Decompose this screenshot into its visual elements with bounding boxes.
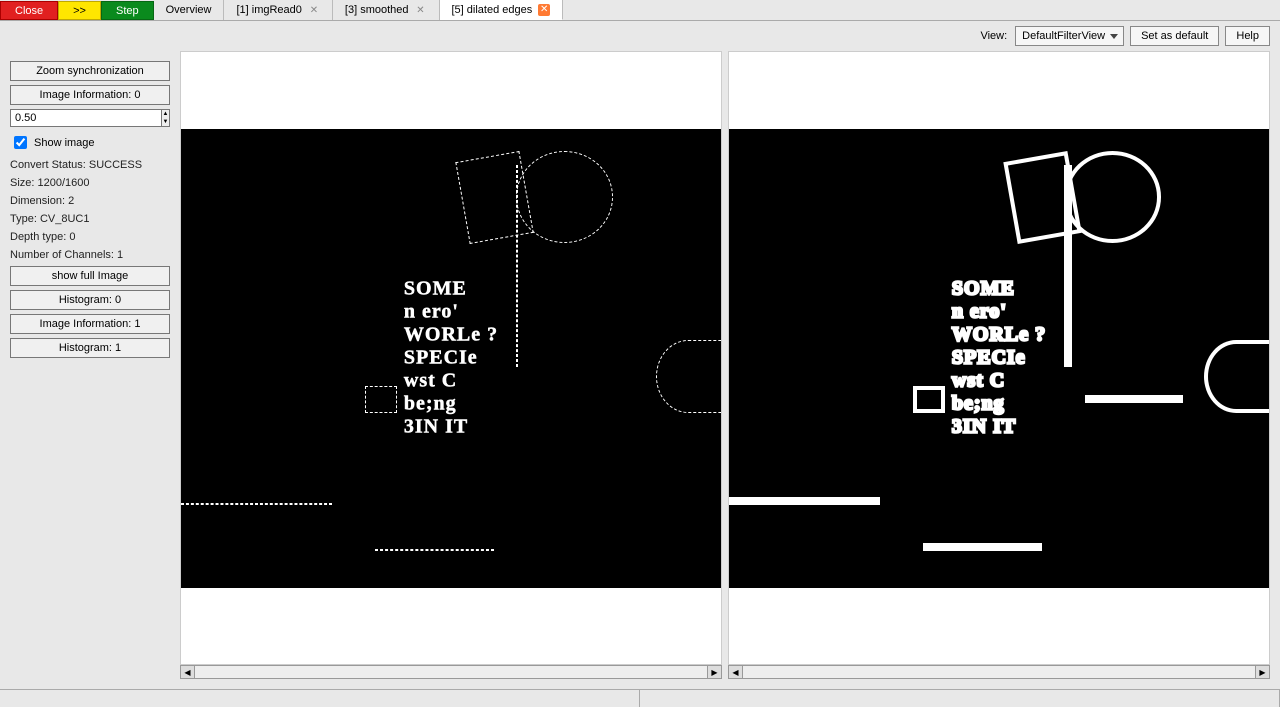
image-canvas-left: SOME n ero' WORLe ? SPECIe wst C be;ng 3… bbox=[181, 129, 721, 588]
tab-dilated-edges[interactable]: [5] dilated edges ✕ bbox=[440, 0, 564, 20]
image-info-1-button[interactable]: Image Information: 1 bbox=[10, 314, 170, 334]
show-image-checkbox[interactable] bbox=[14, 136, 27, 149]
tab-label: [5] dilated edges bbox=[452, 4, 533, 16]
close-icon[interactable]: ✕ bbox=[415, 4, 427, 16]
tab-imgread0[interactable]: [1] imgRead0 ✕ bbox=[224, 0, 332, 20]
image-channels: Number of Channels: 1 bbox=[10, 248, 170, 262]
spin-up-icon[interactable]: ▲ bbox=[162, 110, 169, 118]
edge-line bbox=[1085, 395, 1182, 403]
close-icon[interactable]: ✕ bbox=[308, 4, 320, 16]
show-image-label: Show image bbox=[34, 137, 95, 149]
image-pane-right[interactable]: SOME n ero' WORLe ? SPECIe wst C be;ng 3… bbox=[728, 51, 1270, 665]
close-button[interactable]: Close bbox=[0, 1, 58, 20]
scroll-right-icon[interactable]: ▶ bbox=[1255, 666, 1269, 678]
scroll-left-icon[interactable]: ◀ bbox=[181, 666, 195, 678]
edge-line bbox=[729, 497, 880, 505]
image-info-0-button[interactable]: Image Information: 0 bbox=[10, 85, 170, 105]
scroll-right-icon[interactable]: ▶ bbox=[707, 666, 721, 678]
convert-status: Convert Status: SUCCESS bbox=[10, 158, 170, 172]
histogram-1-button[interactable]: Histogram: 1 bbox=[10, 338, 170, 358]
help-button[interactable]: Help bbox=[1225, 26, 1270, 46]
image-pane-left[interactable]: SOME n ero' WORLe ? SPECIe wst C be;ng 3… bbox=[180, 51, 722, 665]
show-full-image-button[interactable]: show full Image bbox=[10, 266, 170, 286]
h-scrollbar-left[interactable]: ◀ ▶ bbox=[180, 665, 722, 679]
zoom-value-input[interactable] bbox=[10, 109, 162, 127]
status-bar bbox=[0, 689, 1280, 707]
tab-label: Overview bbox=[166, 4, 212, 16]
image-type: Type: CV_8UC1 bbox=[10, 212, 170, 226]
image-size: Size: 1200/1600 bbox=[10, 176, 170, 190]
zoom-sync-button[interactable]: Zoom synchronization bbox=[10, 61, 170, 81]
edge-rect bbox=[365, 386, 397, 414]
tab-label: [3] smoothed bbox=[345, 4, 409, 16]
view-select-value: DefaultFilterView bbox=[1022, 30, 1105, 42]
tab-smoothed[interactable]: [3] smoothed ✕ bbox=[333, 0, 440, 20]
image-text-left: SOME n ero' WORLe ? SPECIe wst C be;ng 3… bbox=[404, 278, 498, 439]
edge-line bbox=[516, 165, 518, 367]
view-label: View: bbox=[980, 30, 1007, 42]
image-text-right: SOME n ero' WORLe ? SPECIe wst C be;ng 3… bbox=[952, 278, 1046, 439]
edge-arc bbox=[656, 340, 721, 413]
edge-rect bbox=[455, 151, 533, 244]
edge-rect bbox=[913, 386, 945, 414]
tab-bar: Overview [1] imgRead0 ✕ [3] smoothed ✕ [… bbox=[154, 0, 564, 20]
tab-label: [1] imgRead0 bbox=[236, 4, 301, 16]
spin-down-icon[interactable]: ▼ bbox=[162, 118, 169, 126]
edge-line bbox=[1064, 165, 1072, 367]
status-segment bbox=[0, 690, 640, 707]
status-segment bbox=[640, 690, 1280, 707]
step-button[interactable]: Step bbox=[101, 1, 154, 20]
set-default-button[interactable]: Set as default bbox=[1130, 26, 1219, 46]
edge-line bbox=[375, 549, 494, 551]
view-select[interactable]: DefaultFilterView bbox=[1015, 26, 1124, 46]
image-depth-type: Depth type: 0 bbox=[10, 230, 170, 244]
image-dimension: Dimension: 2 bbox=[10, 194, 170, 208]
fast-forward-button[interactable]: >> bbox=[58, 1, 101, 20]
scroll-left-icon[interactable]: ◀ bbox=[729, 666, 743, 678]
histogram-0-button[interactable]: Histogram: 0 bbox=[10, 290, 170, 310]
image-canvas-right: SOME n ero' WORLe ? SPECIe wst C be;ng 3… bbox=[729, 129, 1269, 588]
edge-line bbox=[181, 503, 332, 505]
edge-line bbox=[923, 543, 1042, 551]
tab-overview[interactable]: Overview bbox=[154, 0, 225, 20]
close-icon[interactable]: ✕ bbox=[538, 4, 550, 16]
edge-arc bbox=[1204, 340, 1269, 413]
sidebar: Zoom synchronization Image Information: … bbox=[10, 51, 170, 679]
h-scrollbar-right[interactable]: ◀ ▶ bbox=[728, 665, 1270, 679]
